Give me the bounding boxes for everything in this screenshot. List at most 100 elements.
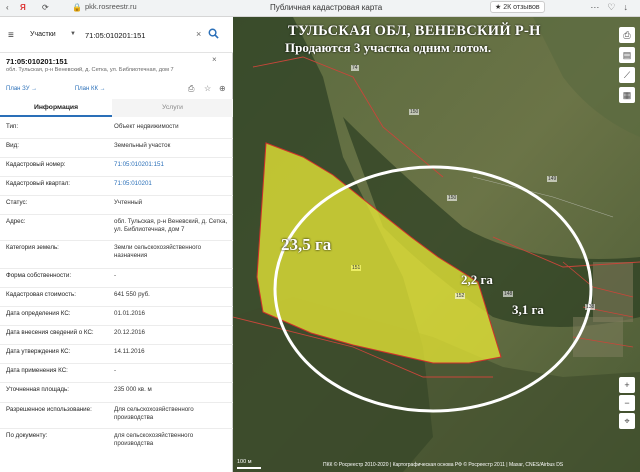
tab-information[interactable]: Информация [0, 99, 112, 117]
cadastral-quarter-link[interactable]: 71:05:010201 [114, 180, 229, 188]
table-row: Кадастровый номер: 71:05:010201:151 [0, 158, 233, 177]
table-row: Адрес: обл. Тульская, р-н Веневский, д. … [0, 215, 233, 241]
yandex-logo-icon[interactable]: Я [20, 3, 26, 12]
row-key: Статус: [6, 199, 28, 206]
row-key: Дата утверждения КС: [6, 348, 71, 355]
row-key: Дата определения КС: [6, 310, 71, 317]
table-row: Дата внесения сведений о КС: 20.12.2016 [0, 326, 233, 345]
table-row: Категория земель: Земли сельскохозяйстве… [0, 241, 233, 269]
measure-icon[interactable]: ⟋ [619, 67, 635, 83]
url-field[interactable]: pkk.rosreestr.ru [85, 2, 137, 11]
table-row: Статус: Учтенный [0, 196, 233, 215]
row-value: 235 000 кв. м [114, 386, 152, 393]
map-subheading: Продаются 3 участка одним лотом. [285, 40, 492, 55]
row-key: Дата внесения сведений о КС: [6, 329, 94, 336]
zoom-in-button[interactable]: + [619, 377, 635, 393]
parcel-number-label: 149 [547, 176, 558, 182]
parcel-number-label: 151 [351, 265, 362, 271]
chevron-down-icon[interactable]: ▼ [70, 31, 76, 37]
table-row: Вид: Земельный участок [0, 139, 233, 158]
row-value: обл. Тульская, р-н Веневский, д. Сетка, … [114, 218, 228, 233]
row-value: 20.12.2016 [114, 329, 145, 336]
info-panel: ≡ Участки ▼ 71:05:010201:151 × ‹ 71:05:0… [0, 17, 240, 472]
area-label-3: 3,1 га [512, 302, 544, 317]
table-row: Дата определения КС: 01.01.2016 [0, 307, 233, 326]
table-row: Тип: Объект недвижимости [0, 120, 233, 139]
clear-icon[interactable]: × [196, 29, 201, 39]
table-row: Кадастровый квартал: 71:05:010201 [0, 177, 233, 196]
browser-bar: ‹ Я ⟳ 🔒 pkk.rosreestr.ru Публичная кадас… [0, 0, 640, 17]
browser-toolbar-icons[interactable]: ⋯♡↓ [590, 2, 636, 13]
layers-icon[interactable]: ▤ [619, 47, 635, 63]
row-key: По документу: [6, 432, 48, 439]
row-key: Категория земель: [6, 244, 59, 251]
map-view[interactable]: ТУЛЬСКАЯ ОБЛ, ВЕНЕВСКИЙ Р-Н Продаются 3 … [233, 17, 640, 472]
row-value: Земельный участок [114, 142, 171, 149]
row-value: 641 550 руб. [114, 291, 150, 298]
row-value: Учтенный [114, 199, 143, 206]
row-value: 14.11.2016 [114, 348, 145, 355]
row-key: Кадастровая стоимость: [6, 291, 76, 298]
map-copyright: ПКК © Росреестр 2010-2020 | Картографиче… [323, 462, 564, 468]
reviews-badge[interactable]: ★ 2К отзывов [490, 1, 545, 13]
print-icon[interactable]: ⎙ [188, 84, 194, 94]
tab-services[interactable]: Услуги [112, 99, 233, 117]
row-value: Для сельскохозяйственного производства [114, 406, 194, 421]
search-input[interactable]: 71:05:010201:151 [85, 31, 145, 40]
row-value: Объект недвижимости [114, 123, 179, 130]
scale-label: 100 м [237, 459, 252, 465]
parcel-number-label: 150 [447, 195, 458, 201]
basemap-icon[interactable]: ▦ [619, 87, 635, 103]
object-id: 71:05:010201:151 [6, 57, 68, 66]
row-key: Разрешенное использование: [6, 406, 92, 413]
table-row: Уточненная площадь: 235 000 кв. м [0, 383, 233, 403]
table-row: Дата утверждения КС: 14.11.2016 [0, 345, 233, 364]
object-address: обл. Тульская, р-н Веневский, д. Сетка, … [6, 67, 174, 73]
search-bar: ≡ Участки ▼ 71:05:010201:151 × [0, 17, 233, 53]
table-row: Дата применения КС: - [0, 364, 233, 383]
area-label-1: 23,5 га [281, 235, 332, 254]
plan-zu-link[interactable]: План ЗУ → [6, 86, 37, 92]
row-value: - [114, 367, 117, 374]
back-icon[interactable]: ‹ [6, 3, 9, 12]
row-key: Кадастровый номер: [6, 161, 66, 168]
row-key: Тип: [6, 123, 19, 130]
plan-kk-link[interactable]: План КК → [75, 86, 106, 92]
menu-icon[interactable]: ≡ [8, 30, 14, 41]
map-heading: ТУЛЬСКАЯ ОБЛ, ВЕНЕВСКИЙ Р-Н [288, 23, 541, 39]
tabs: Информация Услуги [0, 99, 233, 117]
parcel-number-label: 148 [503, 291, 514, 297]
window-title: Публичная кадастровая карта [270, 3, 383, 12]
parcel-number-label: 152 [455, 293, 466, 299]
row-key: Кадастровый квартал: [6, 180, 71, 187]
row-key: Дата применения КС: [6, 367, 68, 374]
row-value: Земли сельскохозяйственного назначения [114, 244, 202, 259]
refresh-icon[interactable]: ⟳ [42, 3, 49, 12]
zoom-out-button[interactable]: − [619, 395, 635, 411]
plan-links: План ЗУ → План КК → [6, 86, 142, 92]
table-row: Кадастровая стоимость: 641 550 руб. [0, 288, 233, 307]
cadastral-number-link[interactable]: 71:05:010201:151 [114, 161, 229, 169]
close-icon[interactable]: × [212, 55, 217, 64]
row-value: - [114, 272, 117, 279]
table-row: Разрешенное использование: Для сельскохо… [0, 403, 233, 429]
row-key: Адрес: [6, 218, 26, 225]
row-value: для сельскохозяйственного производства [114, 432, 194, 447]
search-type-select[interactable]: Участки [30, 31, 56, 38]
table-row: По документу: для сельскохозяйственного … [0, 429, 233, 455]
row-value: 01.01.2016 [114, 310, 145, 317]
bookmark-icon[interactable]: ☆ [204, 84, 211, 93]
locate-icon[interactable]: ⊕ [219, 84, 226, 93]
area-label-2: 2,2 га [461, 272, 493, 287]
row-key: Форма собственности: [6, 272, 72, 279]
search-icon[interactable] [208, 28, 219, 39]
lock-icon: 🔒 [72, 3, 82, 12]
parcel-number-label: 138 [585, 304, 596, 310]
print-map-button[interactable]: ⎙ [619, 27, 635, 43]
parcel-number-label: 150 [409, 109, 420, 115]
locate-button[interactable]: ⌖ [619, 413, 635, 429]
table-row: Форма собственности: - [0, 269, 233, 288]
scale-bar [237, 467, 261, 469]
row-key: Вид: [6, 142, 19, 149]
row-key: Уточненная площадь: [6, 386, 69, 393]
